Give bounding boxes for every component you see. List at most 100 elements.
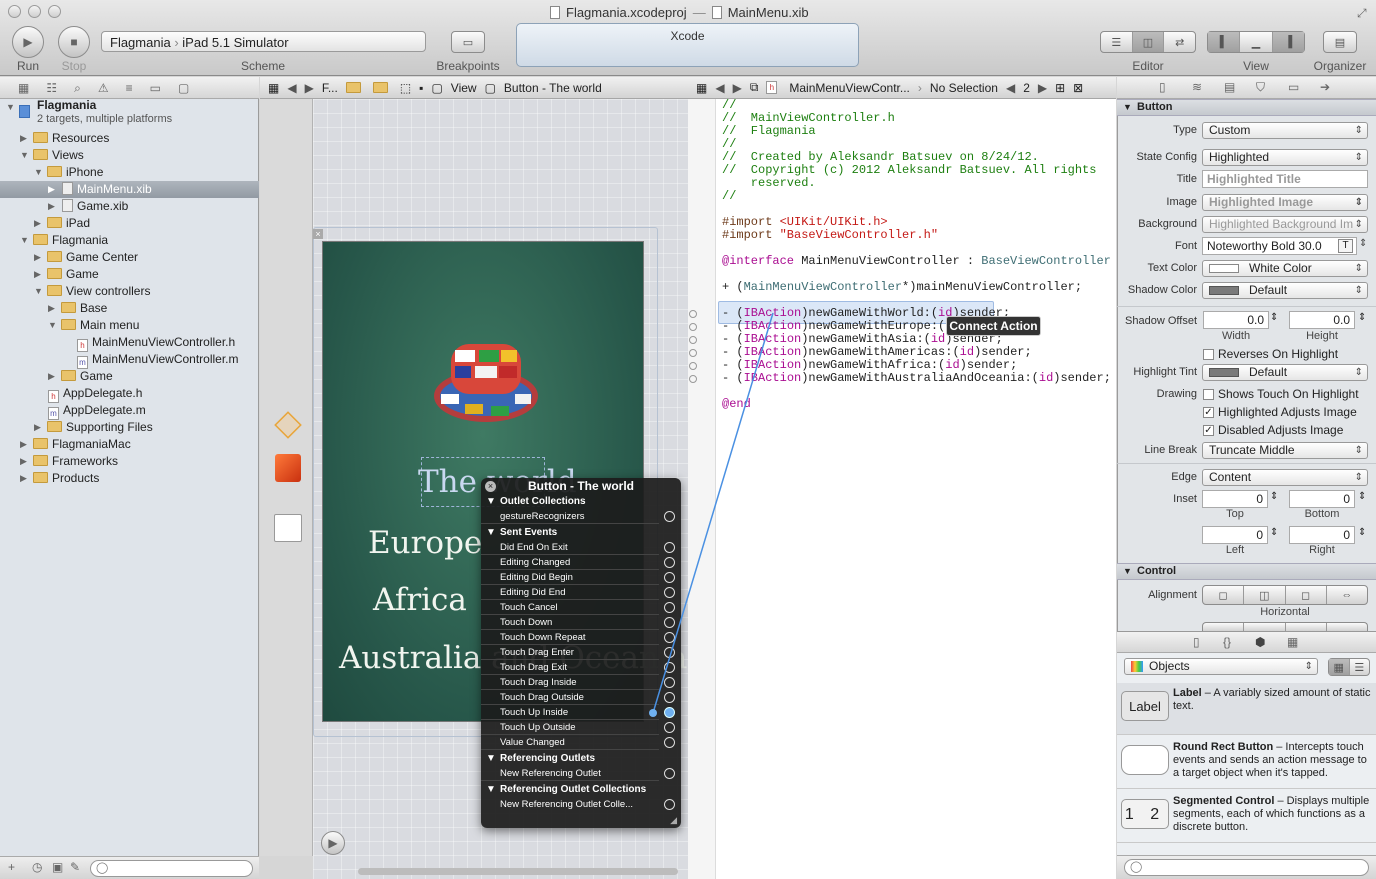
- shows-touch-checkbox[interactable]: [1203, 389, 1214, 400]
- search-navigator-icon[interactable]: ⌕: [74, 81, 81, 95]
- crumb-file[interactable]: MainMenuViewContr...: [789, 81, 910, 95]
- close-icon[interactable]: ×: [313, 229, 323, 239]
- crumb-view[interactable]: View: [451, 81, 477, 95]
- section-button[interactable]: ▼ Button: [1117, 99, 1376, 116]
- shadow-color-popup[interactable]: Default: [1202, 282, 1368, 299]
- tree-item-supporting-files[interactable]: ▶ Supporting Files: [0, 419, 259, 436]
- disabled-adjusts-checkbox[interactable]: ✓: [1203, 425, 1214, 436]
- event-row[interactable]: Touch Down Repeat: [481, 631, 675, 645]
- connection-circle-icon[interactable]: [664, 647, 675, 658]
- section-control[interactable]: ▼ Control: [1117, 563, 1376, 580]
- connections-inspector-icon[interactable]: ➔: [1320, 80, 1330, 94]
- tree-item-project[interactable]: ▼ Flagmania 2 targets, multiple platform…: [0, 98, 259, 127]
- event-row[interactable]: Touch Drag Inside: [481, 676, 675, 690]
- tree-item-appdelegate-m[interactable]: m AppDelegate.m: [0, 402, 259, 420]
- library-search-input[interactable]: ◯: [1124, 859, 1369, 876]
- connection-circle-icon[interactable]: [664, 768, 675, 779]
- event-row[interactable]: Touch Up Outside: [481, 721, 675, 735]
- tree-item-frameworks[interactable]: ▶ Frameworks: [0, 453, 259, 470]
- assistant-mode-icon[interactable]: ⧉: [750, 80, 759, 95]
- disclosure-triangle-icon[interactable]: ▶: [20, 453, 30, 470]
- disclosure-triangle-icon[interactable]: ▶: [48, 198, 58, 215]
- connection-dot-icon[interactable]: [689, 336, 697, 344]
- attributes-inspector-icon[interactable]: ⛉: [1256, 80, 1265, 95]
- tree-item-mainmenu-xib[interactable]: ▶ MainMenu.xib: [0, 181, 259, 198]
- symbol-navigator-icon[interactable]: ☷: [46, 81, 57, 95]
- image-combo[interactable]: Highlighted Image: [1202, 194, 1368, 211]
- disclosure-triangle-icon[interactable]: ▶: [34, 419, 44, 436]
- breakpoint-navigator-icon[interactable]: ▭: [150, 81, 161, 95]
- disclosure-triangle-icon[interactable]: ▼: [20, 147, 30, 164]
- issue-navigator-icon[interactable]: ⚠: [98, 81, 109, 95]
- crumb-project[interactable]: F...: [322, 81, 338, 95]
- disclosure-triangle-icon[interactable]: ▶: [48, 181, 58, 198]
- tree-item-game[interactable]: ▶ Game: [0, 266, 259, 283]
- connection-circle-icon[interactable]: [664, 557, 675, 568]
- close-assistant-icon[interactable]: ⊠: [1073, 81, 1083, 95]
- tree-item-ipad[interactable]: ▶ iPad: [0, 215, 259, 232]
- debug-navigator-icon[interactable]: ≡: [126, 81, 133, 95]
- tree-item-game-2[interactable]: ▶ Game: [0, 368, 259, 385]
- connection-circle-icon[interactable]: [664, 692, 675, 703]
- new-referencing-collection[interactable]: New Referencing Outlet Colle...: [481, 798, 675, 812]
- background-combo[interactable]: Highlighted Background Im: [1202, 216, 1368, 233]
- button-europe[interactable]: Europe: [368, 525, 482, 561]
- add-icon[interactable]: +: [8, 860, 15, 874]
- tree-item-view-controllers[interactable]: ▼ View controllers: [0, 283, 259, 300]
- tree-item-products[interactable]: ▶ Products: [0, 470, 259, 487]
- minimize-window-button[interactable]: [28, 5, 41, 18]
- tree-item-mainmenu-h[interactable]: h MainMenuViewController.h: [0, 334, 259, 352]
- connection-gesture-recognizers[interactable]: gestureRecognizers: [481, 510, 675, 524]
- disclosure-triangle-icon[interactable]: ▶: [48, 300, 58, 317]
- highlighted-adjusts-checkbox[interactable]: ✓: [1203, 407, 1214, 418]
- tree-item-main-menu[interactable]: ▼ Main menu: [0, 317, 259, 334]
- title-field[interactable]: Highlighted Title: [1202, 170, 1368, 188]
- connection-dot-icon[interactable]: [689, 349, 697, 357]
- media-library-icon[interactable]: ▦: [1287, 635, 1298, 649]
- connection-circle-icon[interactable]: [664, 617, 675, 628]
- connection-circle-icon[interactable]: [664, 737, 675, 748]
- event-row[interactable]: Editing Did Begin: [481, 571, 675, 585]
- font-field[interactable]: Noteworthy Bold 30.0: [1202, 237, 1357, 255]
- back-icon[interactable]: ◀: [287, 81, 296, 95]
- file-template-icon[interactable]: ▯: [1193, 635, 1200, 649]
- disclosure-triangle-icon[interactable]: ▼: [6, 99, 16, 116]
- folder-icon[interactable]: [345, 82, 361, 93]
- connection-circle-icon[interactable]: [664, 662, 675, 673]
- connection-circle-icon[interactable]: [664, 602, 675, 613]
- stepper-icon[interactable]: ⇕: [1358, 527, 1366, 538]
- stepper-icon[interactable]: ⇕: [1270, 491, 1278, 502]
- library-item-round-rect-button[interactable]: Round Rect Button – Intercepts touch eve…: [1117, 737, 1376, 789]
- library-filter-popup[interactable]: Objects: [1124, 658, 1318, 675]
- play-simulation-icon[interactable]: ▶: [321, 831, 345, 855]
- button-africa[interactable]: Africa: [373, 582, 467, 618]
- align-middle-icon[interactable]: [1244, 623, 1286, 631]
- project-navigator-icon[interactable]: ▦: [18, 81, 29, 95]
- connection-circle-icon[interactable]: [664, 677, 675, 688]
- tree-item-game-xib[interactable]: ▶ Game.xib: [0, 198, 259, 215]
- connection-dot-icon[interactable]: [689, 310, 697, 318]
- disclosure-triangle-icon[interactable]: ▶: [20, 470, 30, 487]
- library-item-segmented-control[interactable]: 1 2 Segmented Control – Displays multipl…: [1117, 791, 1376, 843]
- tree-item-flagmania[interactable]: ▼ Flagmania: [0, 232, 259, 249]
- state-config-popup[interactable]: Highlighted: [1202, 149, 1368, 166]
- tree-item-iphone[interactable]: ▼ iPhone: [0, 164, 259, 181]
- editor-mode-control[interactable]: ☰ ◫ ⇄: [1100, 31, 1196, 53]
- event-row[interactable]: Editing Changed: [481, 556, 675, 570]
- align-fill-icon[interactable]: ⇔: [1327, 586, 1367, 604]
- utilities-toggle-icon[interactable]: ▐: [1272, 32, 1304, 52]
- previous-counterpart-icon[interactable]: ◀: [1006, 81, 1015, 95]
- navigator-filter-input[interactable]: ◯: [90, 860, 253, 877]
- grid-view-icon[interactable]: ▦: [1329, 659, 1350, 675]
- event-row[interactable]: Touch Drag Enter: [481, 646, 675, 660]
- new-referencing-outlet[interactable]: New Referencing Outlet: [481, 767, 675, 781]
- line-break-popup[interactable]: Truncate Middle: [1202, 442, 1368, 459]
- event-row[interactable]: Touch Drag Exit: [481, 661, 675, 675]
- file-inspector-icon[interactable]: ▯: [1159, 80, 1166, 94]
- forward-icon[interactable]: ▶: [305, 81, 314, 95]
- canvas-scrollbar[interactable]: [358, 868, 678, 875]
- log-navigator-icon[interactable]: ▢: [178, 81, 189, 95]
- horizontal-alignment-control[interactable]: ◻ ◫ ◻ ⇔: [1202, 585, 1368, 605]
- stepper-icon[interactable]: ⇕: [1270, 312, 1278, 323]
- breakpoints-button[interactable]: ▭: [451, 31, 485, 53]
